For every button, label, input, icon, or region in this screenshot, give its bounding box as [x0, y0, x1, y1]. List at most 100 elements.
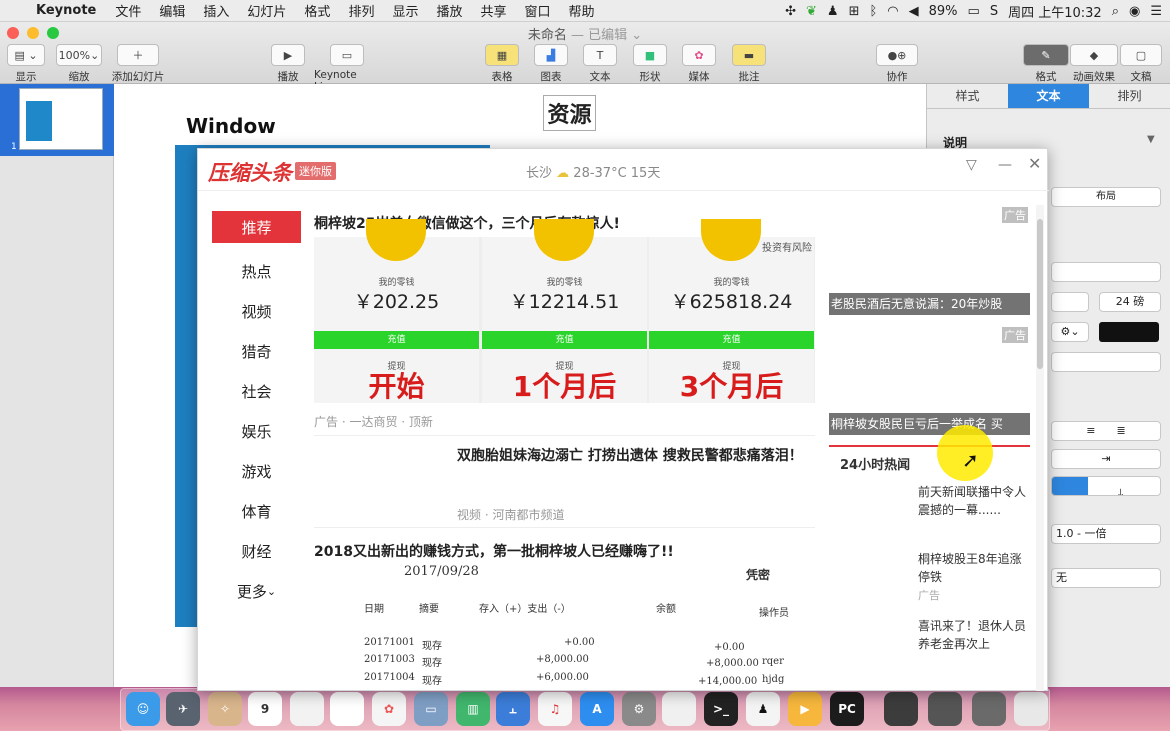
- category-video[interactable]: 视频: [212, 291, 301, 331]
- tab-arrange[interactable]: 排列: [1089, 84, 1170, 108]
- system-preferences-icon[interactable]: ⚙: [622, 692, 656, 726]
- news-image-2[interactable]: [314, 445, 446, 519]
- character-style-select[interactable]: [1051, 352, 1161, 372]
- text-button[interactable]: T 文本: [582, 44, 618, 84]
- clock[interactable]: 周四 上午10:32: [1008, 2, 1102, 21]
- media-button[interactable]: ✿ 媒体: [681, 44, 717, 84]
- news-image-3-ledger[interactable]: 2017/09/28 凭密 日期 摘要 存入（+）支出（-） 余额 操作员 20…: [314, 564, 815, 692]
- menu-insert[interactable]: 插入: [194, 1, 238, 20]
- qq-app-icon[interactable]: ♟: [746, 692, 780, 726]
- pycharm-icon[interactable]: PC: [830, 692, 864, 726]
- category-finance[interactable]: 财经: [212, 531, 301, 571]
- format-button[interactable]: ✎ 格式: [1023, 44, 1069, 84]
- shape-button[interactable]: ■ 形状: [632, 44, 668, 84]
- preview-icon[interactable]: ✧: [208, 692, 242, 726]
- slide-thumbnail-selected[interactable]: 1: [0, 84, 114, 156]
- bullets-select[interactable]: 无: [1051, 568, 1161, 588]
- gear-icon[interactable]: ⚙⌄: [1051, 322, 1089, 342]
- category-more[interactable]: 更多 ⌄: [212, 571, 301, 611]
- hot-news-item[interactable]: 喜讯来了！退休人员养老金再次上: [840, 617, 1026, 677]
- hot-news-item[interactable]: 桐梓坡股王8年追涨停铁 广告: [840, 550, 1022, 610]
- slide-blue-bar[interactable]: [175, 145, 197, 627]
- text-color-well[interactable]: [1099, 322, 1159, 342]
- ad-image-wallet[interactable]: 我的零钱 ￥202.25 充值 提现 开始 我的零钱 ￥12214.51 充值 …: [314, 219, 815, 403]
- document-button[interactable]: ▢ 文稿: [1119, 44, 1163, 84]
- menu-help[interactable]: 帮助: [560, 1, 604, 20]
- animate-button[interactable]: ◆ 动画效果: [1069, 44, 1119, 84]
- hot-news-item[interactable]: 前天新闻联播中令人震撼的一幕......: [840, 483, 1026, 543]
- window-thumbnail-2-icon[interactable]: [928, 692, 962, 726]
- app-store-icon[interactable]: A: [580, 692, 614, 726]
- menu-play[interactable]: 播放: [427, 1, 471, 20]
- volume-icon[interactable]: ◀: [909, 4, 919, 19]
- window-thumbnail-icon[interactable]: [884, 692, 918, 726]
- comment-button[interactable]: ▬ 批注: [731, 44, 767, 84]
- battery-percent[interactable]: 89%: [929, 4, 958, 19]
- news-title-2[interactable]: 双胞胎姐妹海边溺亡 打捞出遗体 搜救民警都悲痛落泪！: [457, 444, 807, 468]
- font-size-field[interactable]: 24 磅: [1099, 292, 1161, 312]
- category-society[interactable]: 社会: [212, 371, 301, 411]
- vertical-align-buttons[interactable]: ⤓: [1051, 476, 1161, 496]
- weather-widget[interactable]: 长沙 ☁ 28-37°C 15天: [526, 162, 660, 181]
- category-recommend[interactable]: 推荐: [212, 211, 301, 243]
- collaborate-button[interactable]: ●⊕ 协作: [876, 44, 918, 84]
- line-spacing-select[interactable]: 1.0 - 一倍: [1051, 524, 1161, 544]
- finder-icon[interactable]: ☺: [126, 692, 160, 726]
- terminal-icon[interactable]: >_: [704, 692, 738, 726]
- category-hot[interactable]: 热点: [212, 251, 301, 291]
- window-thumbnail-3-icon[interactable]: [972, 692, 1006, 726]
- media-player-icon[interactable]: ▶: [788, 692, 822, 726]
- app-menu[interactable]: Keynote: [30, 3, 106, 18]
- menu-window[interactable]: 窗口: [516, 1, 560, 20]
- chevron-down-icon[interactable]: ▼: [1147, 134, 1155, 145]
- bluetooth-icon[interactable]: ᛒ: [869, 4, 877, 19]
- category-curious[interactable]: 猎奇: [212, 331, 301, 371]
- tab-text[interactable]: 文本: [1008, 84, 1089, 108]
- minimize-icon[interactable]: —: [998, 157, 1012, 173]
- tab-style[interactable]: 样式: [927, 84, 1008, 108]
- menu-file[interactable]: 文件: [106, 1, 150, 20]
- menu-slide[interactable]: 幻灯片: [238, 1, 295, 20]
- spotlight-icon[interactable]: ⌕: [1112, 4, 1119, 19]
- font-family-select[interactable]: [1051, 262, 1161, 282]
- slide-thumbnail[interactable]: [19, 88, 103, 150]
- view-button[interactable]: ▤ ⌄ 显示: [6, 44, 46, 84]
- category-ad-image[interactable]: [227, 616, 287, 676]
- table-button[interactable]: ▦ 表格: [484, 44, 520, 84]
- photos-app-icon[interactable]: ✿: [372, 692, 406, 726]
- notification-center-icon[interactable]: ☰: [1150, 4, 1162, 19]
- move-icon[interactable]: ✣: [785, 4, 796, 19]
- textedit-icon[interactable]: [662, 692, 696, 726]
- calendar-icon[interactable]: 9: [248, 692, 282, 726]
- category-entertainment[interactable]: 娱乐: [212, 411, 301, 451]
- play-button[interactable]: ▶ 播放: [270, 44, 306, 84]
- input-method-icon[interactable]: S: [990, 4, 998, 19]
- add-slide-button[interactable]: ＋添加幻灯片: [110, 44, 166, 84]
- menu-edit[interactable]: 编辑: [150, 1, 194, 20]
- numbers-icon[interactable]: ▥: [456, 692, 490, 726]
- menu-view[interactable]: 显示: [383, 1, 427, 20]
- close-icon[interactable]: ✕: [1028, 154, 1041, 173]
- itunes-icon[interactable]: ♫: [538, 692, 572, 726]
- ad-image-woman[interactable]: 广告 桐梓坡女股民巨亏后一举成名 买: [829, 325, 1030, 435]
- chart-button[interactable]: ▟ 图表: [533, 44, 569, 84]
- window-textbox[interactable]: Window: [186, 114, 276, 138]
- menu-arrange[interactable]: 排列: [339, 1, 383, 20]
- dropdown-icon[interactable]: ▽: [966, 157, 977, 173]
- resource-textbox[interactable]: 资源: [543, 95, 596, 131]
- layout-button[interactable]: 布局: [1051, 187, 1161, 207]
- align-buttons[interactable]: ≡ ≣: [1051, 421, 1161, 441]
- grid-icon[interactable]: ⊞: [849, 4, 860, 19]
- menu-format[interactable]: 格式: [295, 1, 339, 20]
- keynote-app-icon[interactable]: ▭: [414, 692, 448, 726]
- popup-scrollbar[interactable]: [1036, 205, 1044, 691]
- category-games[interactable]: 游戏: [212, 451, 301, 491]
- category-sports[interactable]: 体育: [212, 491, 301, 531]
- battery-icon[interactable]: ▭: [968, 4, 980, 19]
- menu-share[interactable]: 共享: [471, 1, 515, 20]
- font-weight-select[interactable]: [1051, 292, 1089, 312]
- zoom-select[interactable]: 100% ⌄ 缩放: [56, 44, 102, 84]
- notes-icon[interactable]: [290, 692, 324, 726]
- keynote-icon[interactable]: ⫠: [496, 692, 530, 726]
- ad-image-old-man[interactable]: 广告 老股民酒后无意说漏：20年炒股: [829, 205, 1030, 315]
